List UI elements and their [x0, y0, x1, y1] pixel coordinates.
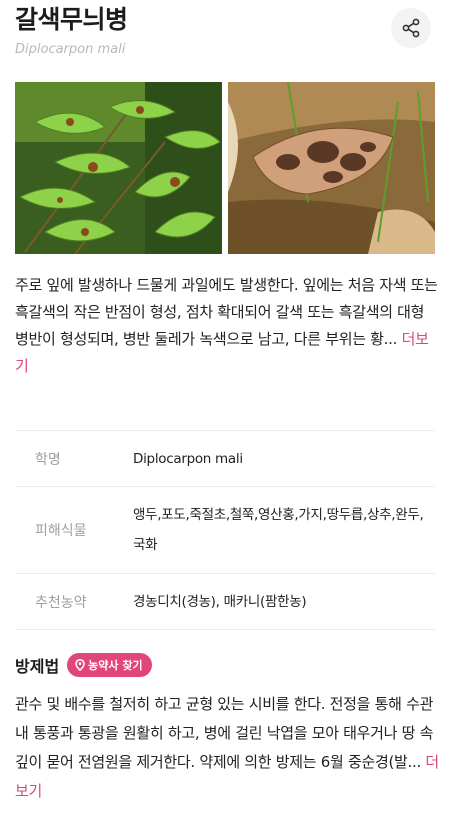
info-row-scientific-name: 학명 Diplocarpon mali [15, 431, 435, 487]
host-plants-label: 피해식물 [35, 523, 87, 539]
info-row-recommended-pesticide: 추천농약 경농디치(경농), 매카니(팜한농) [15, 574, 435, 630]
control-method-title: 방제법 [15, 657, 60, 676]
find-pesticide-store-label: 농약사 찾기 [88, 659, 143, 672]
find-pesticide-store-button[interactable]: 농약사 찾기 [67, 653, 152, 677]
share-icon [402, 18, 420, 38]
photo-gallery [15, 82, 435, 254]
control-method-text: 관수 및 배수를 철저히 하고 균형 있는 시비를 한다. 전정을 통해 수관내… [15, 695, 434, 771]
scientific-name-label: 학명 [35, 451, 61, 468]
disease-description: 주로 잎에 발생하나 드물게 과일에도 발생한다. 잎에는 처음 자색 또는 흑… [15, 272, 440, 380]
control-method-description: 관수 및 배수를 철저히 하고 균형 있는 시비를 한다. 전정을 통해 수관내… [15, 690, 440, 806]
recommended-pesticide-value: 경농디치(경농), 매카니(팜한농) [133, 593, 307, 610]
description-text: 주로 잎에 발생하나 드물게 과일에도 발생한다. 잎에는 처음 자색 또는 흑… [15, 276, 438, 348]
info-table: 학명 Diplocarpon mali 피해식물 앵두,포도,죽절초,철쭉,영산… [15, 430, 435, 630]
scientific-name-value: Diplocarpon mali [133, 450, 243, 467]
location-pin-icon [75, 659, 85, 671]
fallen-leaf-photo[interactable] [228, 82, 435, 254]
control-method-header: 방제법 농약사 찾기 [15, 653, 152, 677]
leaves-on-branch-photo[interactable] [15, 82, 222, 254]
scientific-name-subtitle: Diplocarpon mali [15, 42, 126, 57]
recommended-pesticide-label: 추천농약 [35, 594, 87, 611]
info-row-host-plants: 피해식물 앵두,포도,죽절초,철쭉,영산홍,가지,땅두릅,상추,완두,국화 [15, 487, 435, 574]
header: 갈색무늬병 Diplocarpon mali [15, 4, 435, 64]
share-button[interactable] [391, 8, 431, 48]
page-title: 갈색무늬병 [15, 5, 128, 34]
host-plants-value: 앵두,포도,죽절초,철쭉,영산홍,가지,땅두릅,상추,완두,국화 [133, 507, 424, 553]
